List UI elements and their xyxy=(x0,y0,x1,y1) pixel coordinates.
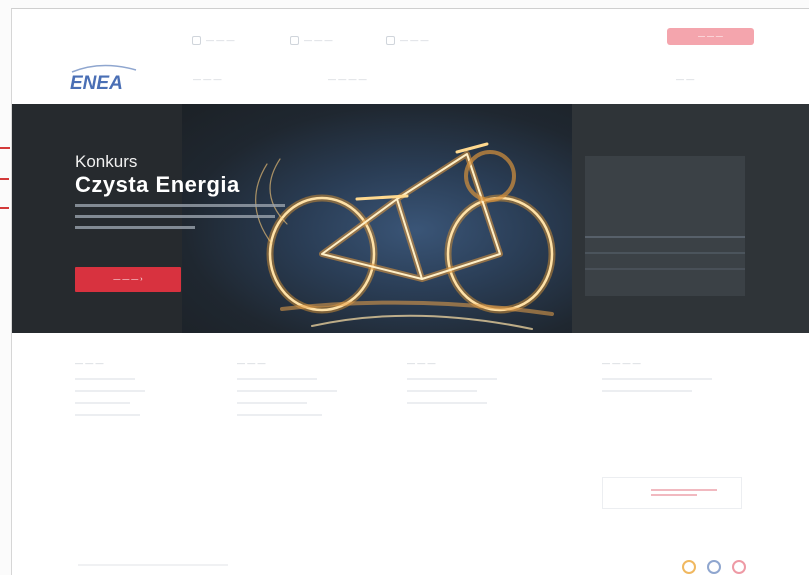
linkedin-icon[interactable] xyxy=(707,560,721,574)
footer-link[interactable] xyxy=(237,414,322,416)
top-cta-button[interactable]: — — — xyxy=(667,28,754,45)
footer-text xyxy=(602,378,712,380)
enea-logo[interactable]: ENEA xyxy=(66,62,146,94)
footer-heading: — — — — xyxy=(602,359,641,368)
top-link-label: — — — xyxy=(304,35,333,45)
scan-mark xyxy=(0,207,9,209)
enea-logo-mark: ENEA xyxy=(70,64,137,94)
footer-heading: — — — xyxy=(237,359,266,368)
footer-link[interactable] xyxy=(407,378,497,380)
top-link-contact[interactable]: — — — xyxy=(386,31,428,49)
facebook-icon[interactable] xyxy=(682,560,696,574)
nav-item[interactable]: — — — — xyxy=(328,75,367,84)
footer-link[interactable] xyxy=(237,378,317,380)
footer-column: — — — xyxy=(75,359,195,426)
footer-link[interactable] xyxy=(407,390,477,392)
footer-link[interactable] xyxy=(75,378,135,380)
footer-heading: — — — xyxy=(407,359,436,368)
top-link-label: — — — xyxy=(400,35,429,45)
footer-link[interactable] xyxy=(237,402,307,404)
hero-title-line1: Konkurs xyxy=(75,152,138,171)
top-link-account[interactable]: — — — xyxy=(192,31,234,49)
footer-link[interactable] xyxy=(407,402,487,404)
copyright-text xyxy=(78,564,228,566)
youtube-icon[interactable] xyxy=(732,560,746,574)
footer-text xyxy=(602,390,692,392)
newsletter-button[interactable] xyxy=(602,477,742,509)
user-icon xyxy=(192,35,201,45)
footer-column: — — — xyxy=(407,359,547,414)
footer-column: — — — xyxy=(237,359,377,426)
hero-description xyxy=(75,204,285,242)
nav-item-right[interactable]: — — xyxy=(676,75,694,84)
footer-heading: — — — xyxy=(75,359,104,368)
footer-link[interactable] xyxy=(75,402,130,404)
footer-link[interactable] xyxy=(237,390,337,392)
footer-link[interactable] xyxy=(75,414,140,416)
scan-mark xyxy=(0,178,9,180)
phone-icon xyxy=(386,35,395,45)
footer-link[interactable] xyxy=(75,390,145,392)
scan-mark xyxy=(0,147,10,149)
logo-text: ENEA xyxy=(70,73,123,94)
top-link-documents[interactable]: — — — xyxy=(290,31,332,49)
footer-column: — — — — xyxy=(602,359,752,402)
page-frame: — — — — — — — — — — — — ENEA — — — — — —… xyxy=(11,8,809,575)
document-icon xyxy=(290,35,299,45)
hero-banner: Konkurs Czysta Energia — — — › xyxy=(12,104,809,333)
hero-cta-button[interactable]: — — — › xyxy=(75,267,181,292)
nav-item[interactable]: — — — xyxy=(193,75,221,84)
top-link-label: — — — xyxy=(206,35,235,45)
hero-title-line2: Czysta Energia xyxy=(75,172,240,197)
